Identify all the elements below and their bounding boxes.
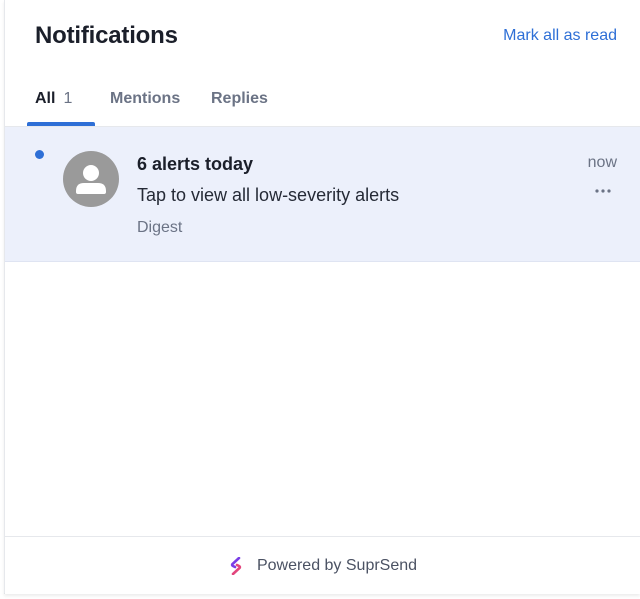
user-icon [76,165,106,194]
notification-time: now [587,154,617,171]
powered-by[interactable]: Powered by SuprSend [229,556,418,575]
notification-tag: Digest [137,219,183,236]
powered-by-text: Powered by SuprSend [256,556,418,574]
tab-all-count: 1 [63,90,73,107]
panel-footer: Powered by SuprSend [5,536,640,594]
tab-all-label: All [35,90,56,107]
notification-body: Tap to view all low-severity alerts [137,185,400,205]
mark-all-read-button[interactable]: Mark all as read [503,27,617,45]
notification-title: 6 alerts today [137,154,254,174]
panel-header: Notifications Mark all as read [5,0,640,74]
more-options-icon[interactable] [591,181,615,201]
notification-item[interactable]: 6 alerts today Tap to view all low-sever… [5,127,640,262]
tab-bar: All 1 Mentions Replies [5,74,640,127]
unread-indicator [35,150,44,159]
tab-mentions-label: Mentions [110,90,181,107]
suprsend-logo-icon [230,556,242,575]
avatar [63,151,119,207]
active-tab-indicator [27,122,95,126]
tab-replies-label: Replies [211,90,268,107]
tab-replies[interactable]: Replies [211,90,268,127]
tab-mentions[interactable]: Mentions [110,90,180,127]
notification-panel: Notifications Mark all as read All 1 Ment… [4,0,640,594]
page-title: Notifications [35,22,178,49]
